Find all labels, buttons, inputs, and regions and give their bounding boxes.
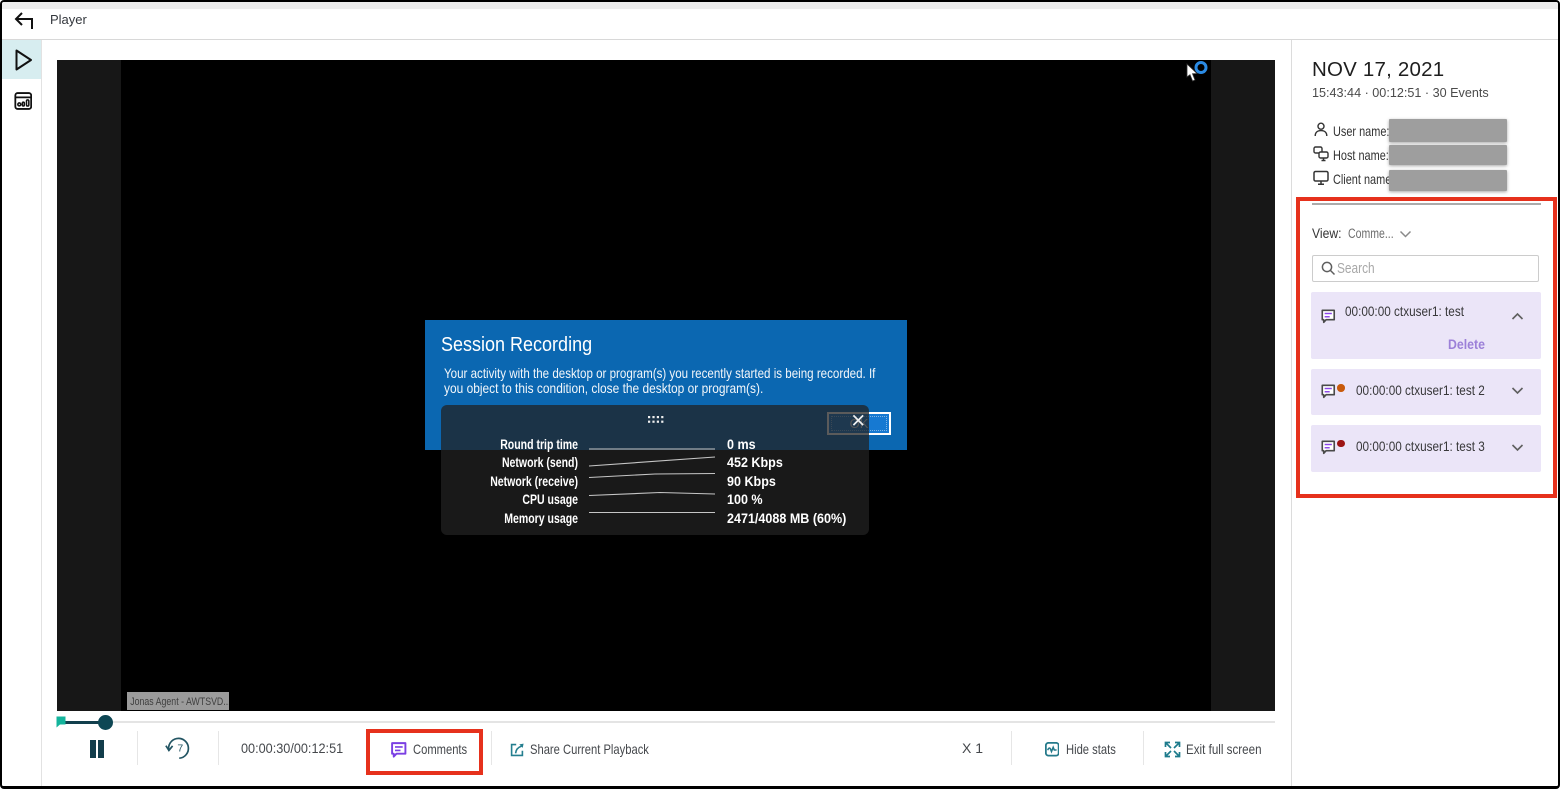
- svg-text:7: 7: [177, 742, 183, 754]
